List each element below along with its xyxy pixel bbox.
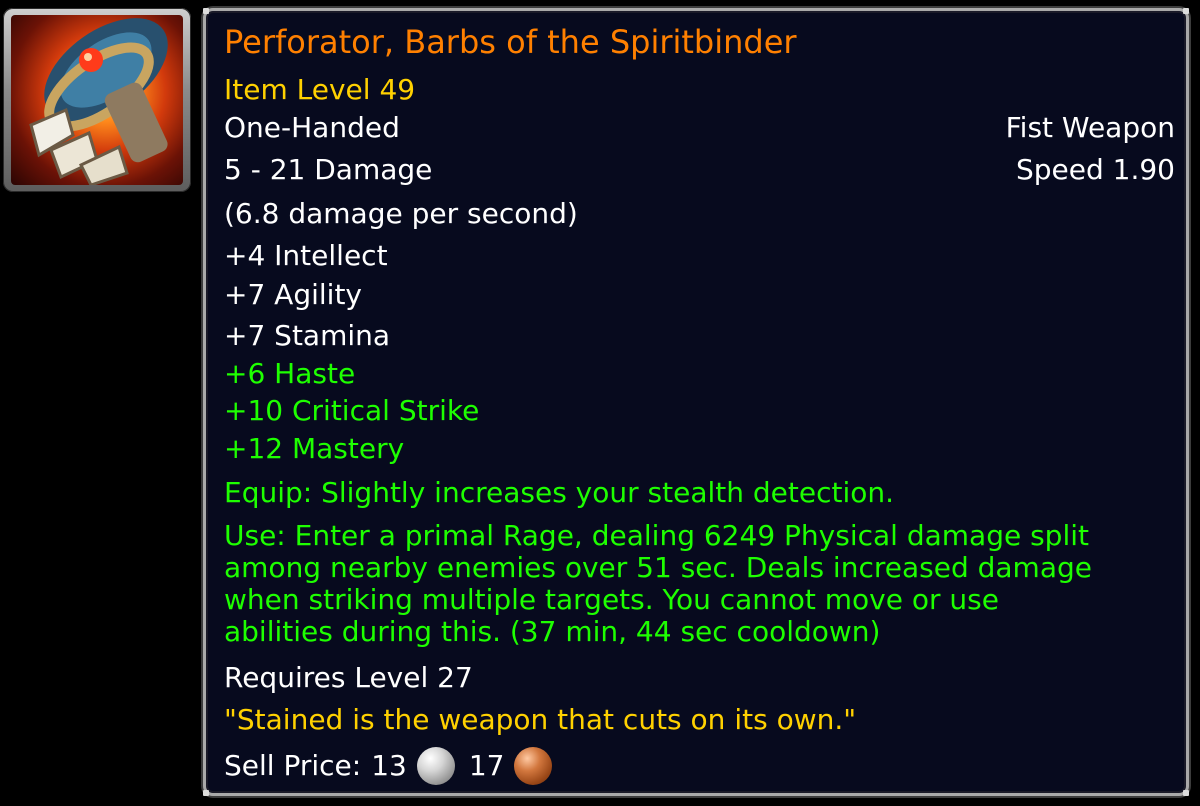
use-effect-line: Use: Enter a primal Rage, dealing 6249 P… — [224, 519, 1089, 552]
stat-primary: +7 Agility — [224, 278, 362, 311]
tooltip-corner — [1183, 8, 1189, 14]
sell-price-label: Sell Price: — [224, 749, 362, 782]
use-effect-line: when striking multiple targets. You cann… — [224, 583, 999, 616]
item-damage: 5 - 21 Damage — [224, 153, 433, 186]
item-level: Item Level 49 — [224, 73, 416, 106]
sell-price: Sell Price: 13 17 — [224, 747, 566, 785]
item-dps: (6.8 damage per second) — [224, 197, 578, 230]
silver-coin-icon — [416, 747, 455, 785]
stat-secondary: +12 Mastery — [224, 432, 405, 465]
item-tooltip-screen: Perforator, Barbs of the Spiritbinder It… — [0, 0, 1200, 806]
tooltip-corner — [203, 790, 209, 796]
item-icon-frame[interactable] — [3, 8, 191, 192]
copper-amount: 17 — [468, 749, 505, 782]
use-effect-line: among nearby enemies over 51 sec. Deals … — [224, 551, 1092, 584]
item-hand: One-Handed — [224, 111, 400, 144]
equip-effect: Equip: Slightly increases your stealth d… — [224, 476, 895, 509]
required-level: Requires Level 27 — [224, 661, 473, 694]
stat-secondary: +6 Haste — [224, 357, 356, 390]
stat-primary: +7 Stamina — [224, 319, 391, 352]
stat-primary: +4 Intellect — [224, 239, 388, 272]
item-speed: Speed 1.90 — [1015, 153, 1175, 186]
fist-weapon-item-icon — [11, 15, 183, 185]
stat-secondary: +10 Critical Strike — [224, 394, 480, 427]
item-name: Perforator, Barbs of the Spiritbinder — [224, 23, 797, 61]
item-tooltip: Perforator, Barbs of the Spiritbinder It… — [203, 8, 1189, 796]
silver-amount: 13 — [371, 749, 407, 782]
copper-coin-icon — [514, 747, 553, 785]
flavor-text: "Stained is the weapon that cuts on its … — [224, 703, 857, 736]
use-effect-line: abilities during this. (37 min, 44 sec c… — [224, 615, 881, 648]
item-type: Fist Weapon — [1005, 111, 1175, 144]
